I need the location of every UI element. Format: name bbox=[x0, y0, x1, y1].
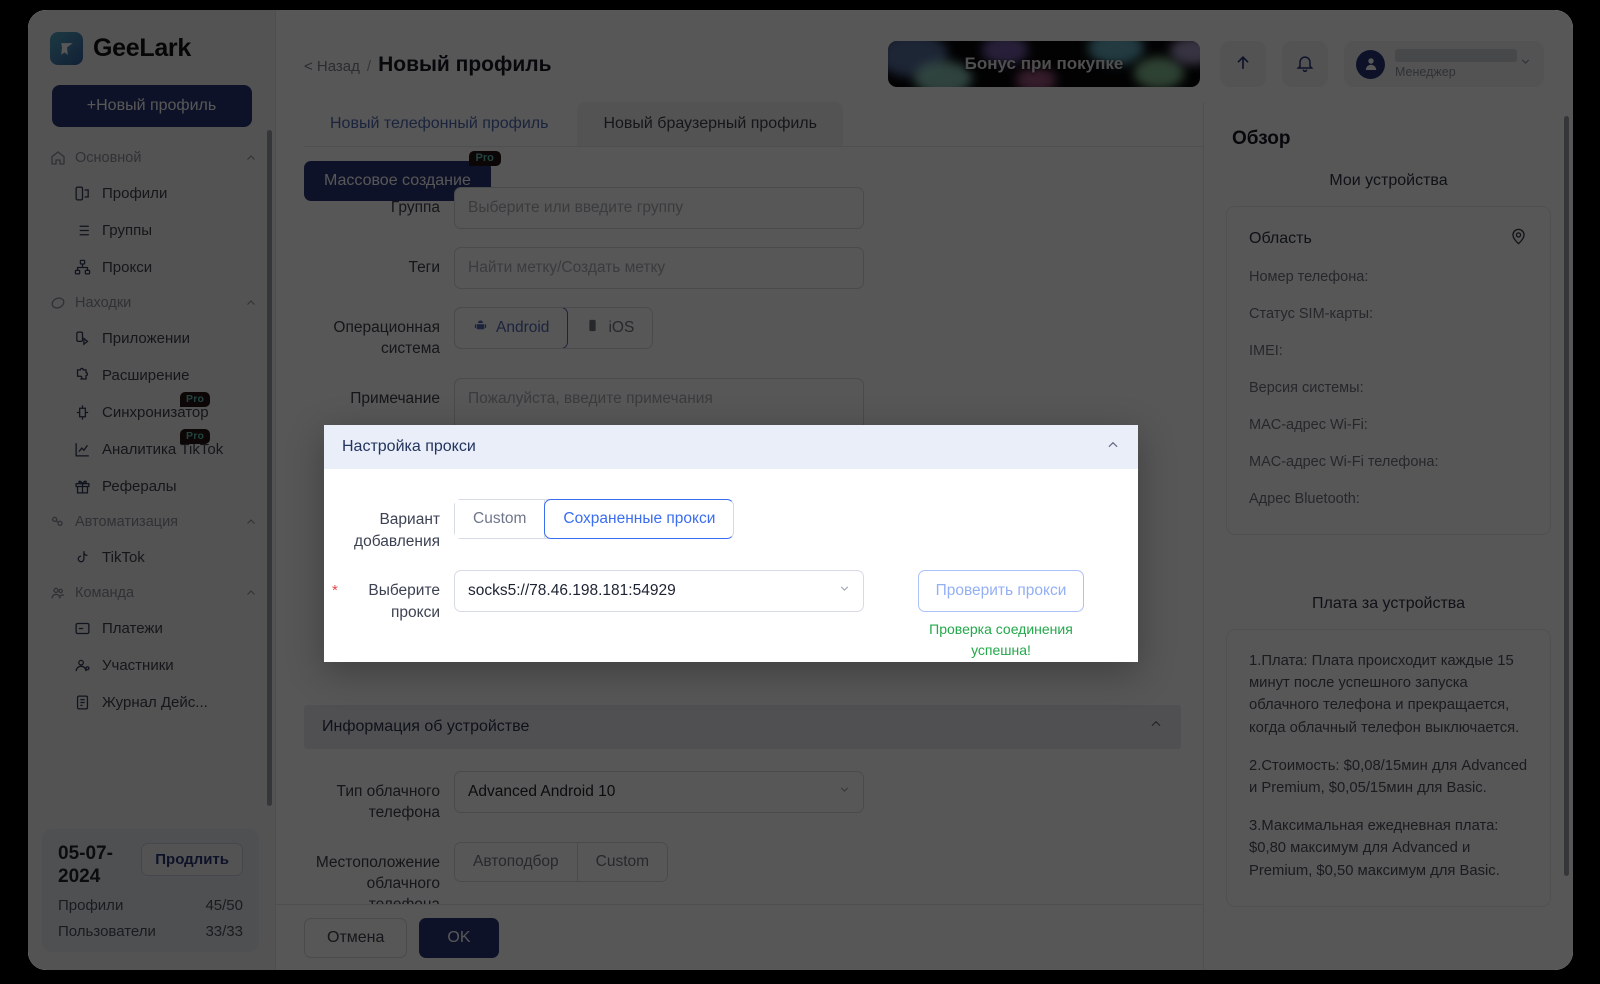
test-proxy-button[interactable]: Проверить прокси bbox=[918, 570, 1084, 613]
proxy-settings-modal: Настройка прокси Вариант добавления Cust… bbox=[324, 425, 1138, 662]
proxy-select-field: socks5://78.46.198.181:54929 bbox=[454, 570, 864, 613]
add-mode-row: Вариант добавления Custom Сохраненные пр… bbox=[324, 499, 1138, 552]
add-mode-option-saved[interactable]: Сохраненные прокси bbox=[544, 499, 735, 539]
add-mode-segmented-control: Custom Сохраненные прокси bbox=[454, 499, 735, 539]
proxy-select[interactable]: socks5://78.46.198.181:54929 bbox=[454, 570, 864, 613]
chevron-up-icon[interactable] bbox=[1106, 438, 1120, 457]
proxy-test-ip: IP:188.146.104.195 bbox=[918, 661, 1084, 662]
add-mode-option-custom[interactable]: Custom bbox=[455, 500, 546, 538]
proxy-select-value: socks5://78.46.198.181:54929 bbox=[468, 582, 676, 600]
proxy-select-row: * Выберите прокси socks5://78.46.198.181… bbox=[324, 570, 1138, 662]
proxy-test-area: Проверить прокси Проверка соединения усп… bbox=[918, 570, 1084, 662]
required-marker: * bbox=[332, 582, 338, 600]
modal-body: Вариант добавления Custom Сохраненные пр… bbox=[324, 469, 1138, 662]
add-mode-label: Вариант добавления bbox=[354, 511, 440, 550]
chevron-down-icon bbox=[838, 582, 851, 600]
proxy-select-label: Выберите прокси bbox=[368, 582, 440, 622]
modal-title: Настройка прокси bbox=[342, 438, 476, 455]
modal-header[interactable]: Настройка прокси bbox=[324, 425, 1138, 469]
proxy-test-status: Проверка соединения успешна! bbox=[929, 621, 1073, 659]
